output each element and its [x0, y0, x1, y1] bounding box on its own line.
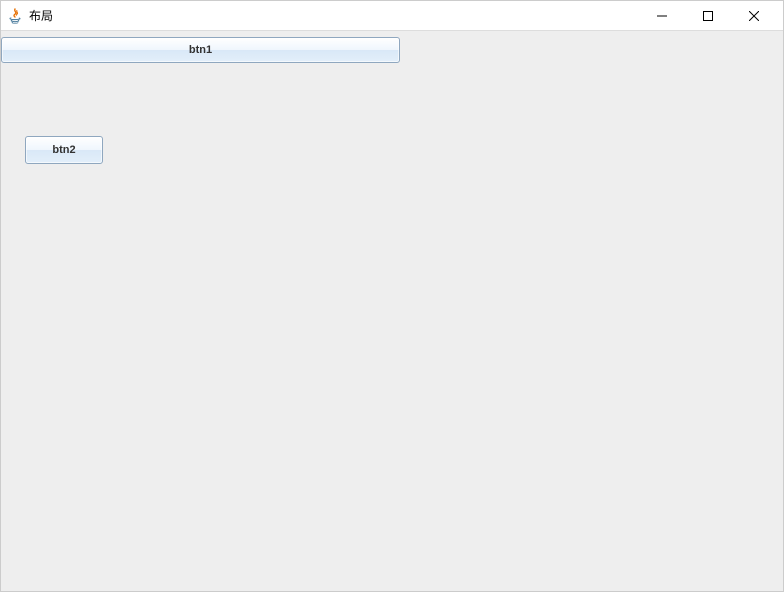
minimize-icon [657, 11, 667, 21]
btn1-button[interactable]: btn1 [1, 37, 400, 63]
btn2-button[interactable]: btn2 [25, 136, 103, 164]
window-title: 布局 [29, 7, 639, 24]
minimize-button[interactable] [639, 2, 685, 30]
maximize-icon [703, 11, 713, 21]
application-window: 布局 btn1 btn2 [0, 0, 784, 592]
close-icon [749, 11, 759, 21]
java-icon [7, 8, 23, 24]
close-button[interactable] [731, 2, 777, 30]
titlebar: 布局 [1, 1, 783, 31]
client-area: btn1 btn2 [1, 31, 783, 591]
maximize-button[interactable] [685, 2, 731, 30]
titlebar-buttons [639, 1, 777, 30]
